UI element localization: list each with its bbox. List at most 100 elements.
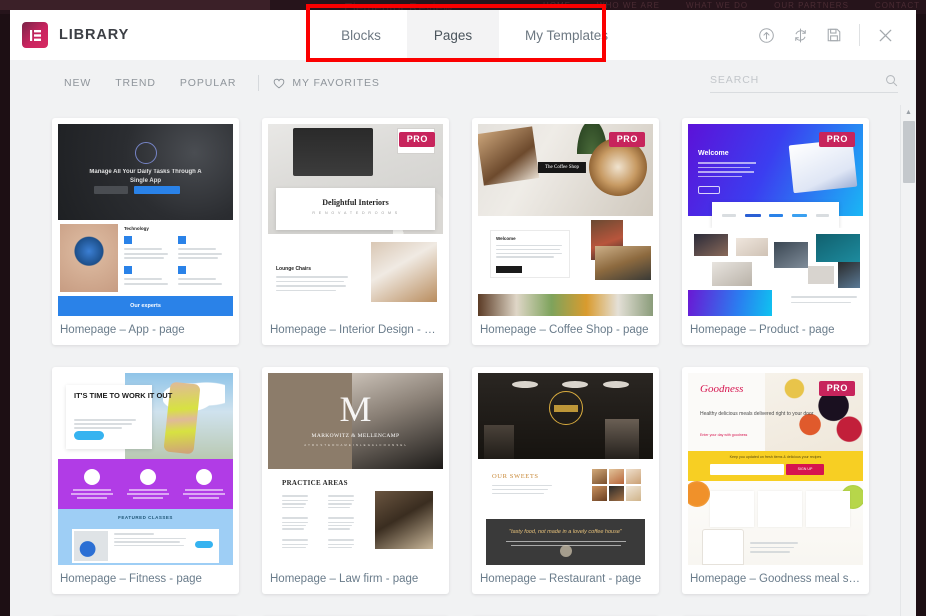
thumb-subheading: A T R U S T E D N A M E I N L E G A L C …: [304, 443, 406, 447]
filter-my-favorites[interactable]: MY FAVORITES: [269, 71, 383, 95]
thumb-image: [60, 224, 118, 292]
thumb-image: [478, 126, 539, 185]
thumb-logo-icon: [549, 391, 583, 425]
thumb-section: FEATURED CLASSES: [58, 509, 233, 565]
pro-badge: PRO: [819, 381, 855, 396]
thumb-link: Enter your day with goodness: [700, 433, 747, 437]
thumb-body-lines: [750, 542, 798, 553]
search-box[interactable]: [710, 74, 898, 93]
template-title: Homepage – Fitness - page: [58, 565, 233, 585]
thumb-feature-band: [58, 459, 233, 509]
thumb-gallery-strip: [478, 294, 653, 316]
template-thumbnail: OUR SWEETS: [478, 373, 653, 565]
thumb-feature-icon: [84, 469, 100, 485]
thumb-image: [688, 481, 710, 507]
tab-my-templates[interactable]: My Templates: [499, 10, 634, 61]
filter-divider: [258, 75, 259, 91]
thumb-feature-icon: [140, 469, 156, 485]
tab-blocks-label: Blocks: [341, 28, 381, 43]
elementor-logo-icon: [22, 22, 48, 48]
tab-my-templates-label: My Templates: [525, 28, 608, 43]
filter-new[interactable]: NEW: [52, 71, 103, 95]
thumb-button: [698, 186, 720, 194]
template-title: Homepage – Restaurant - page: [478, 565, 653, 585]
template-card-fitness[interactable]: IT'S TIME TO WORK IT OUT: [52, 367, 239, 594]
thumb-title-band: Delightful Interiors R E N O V A T E D R…: [276, 188, 435, 230]
template-card-law-firm[interactable]: M MARKOWITZ & MELLENCAMP A T R U S T E D…: [262, 367, 449, 594]
thumb-input: [710, 464, 784, 475]
thumb-hero: M MARKOWITZ & MELLENCAMP A T R U S T E D…: [268, 373, 443, 469]
library-header: LIBRARY Blocks Pages My Templates: [10, 10, 916, 61]
thumb-logo-icon: [560, 545, 572, 557]
filter-trend[interactable]: TREND: [103, 71, 168, 95]
thumb-heading: Manage All Your Daily Tasks Through A Si…: [87, 168, 205, 185]
background-nav-item: OUR PARTNERS: [774, 1, 849, 10]
upload-circle-icon[interactable]: [749, 18, 783, 52]
template-thumbnail: M MARKOWITZ & MELLENCAMP A T R U S T E D…: [268, 373, 443, 565]
library-filters: NEW TREND POPULAR MY FAVORITES: [52, 71, 384, 95]
thumb-section: PRACTICE AREAS: [268, 469, 443, 565]
thumb-body-lines: [492, 485, 552, 494]
tab-blocks[interactable]: Blocks: [315, 10, 407, 61]
close-x-icon[interactable]: [868, 18, 902, 52]
template-card-app[interactable]: Manage All Your Daily Tasks Through A Si…: [52, 118, 239, 345]
tab-pages[interactable]: Pages: [407, 10, 499, 61]
thumb-section: OUR SWEETS: [478, 459, 653, 519]
scrollbar-thumb[interactable]: [903, 121, 915, 183]
thumb-heading: Healthy delicious meals delivered right …: [700, 411, 813, 419]
background-site-nav: HOME WHO WE ARE WHAT WE DO OUR PARTNERS …: [543, 1, 920, 10]
thumb-section-title: FEATURED CLASSES: [118, 515, 173, 520]
template-thumbnail: PRO Welcome: [688, 124, 863, 316]
background-nav-item: HOME: [543, 1, 571, 10]
my-favorites-label: MY FAVORITES: [292, 77, 379, 89]
template-card-interior-design[interactable]: PRO Delightful Interiors R E N O V A T E…: [262, 118, 449, 345]
search-icon[interactable]: [885, 74, 898, 87]
template-card-coffee-shop[interactable]: PRO The Coffee Shop Welcome: [472, 118, 659, 345]
thumb-section-title: Technology: [124, 226, 149, 231]
thumb-section: Welcome: [478, 216, 653, 294]
thumb-body-lines: [276, 276, 348, 291]
caret-up-icon[interactable]: ▲: [901, 105, 916, 119]
thumb-monogram: M: [339, 391, 371, 427]
thumb-hero: IT'S TIME TO WORK IT OUT: [58, 373, 233, 459]
thumb-logo-icon: [135, 142, 157, 164]
thumb-image: [702, 529, 744, 565]
thumb-signup-band: Keep you updated on fresh items & delici…: [688, 451, 863, 481]
thumb-logo-row: [712, 202, 839, 228]
sync-icon[interactable]: [783, 18, 817, 52]
thumb-heading: MARKOWITZ & MELLENCAMP: [312, 433, 400, 439]
thumb-body-lines: [791, 296, 857, 303]
template-card-product[interactable]: PRO Welcome: [682, 118, 869, 345]
pro-badge: PRO: [819, 132, 855, 147]
library-tabs: Blocks Pages My Templates: [315, 10, 634, 61]
thumb-section: Lounge Chairs: [268, 234, 443, 316]
template-grid-scroll-area[interactable]: Manage All Your Daily Tasks Through A Si…: [10, 105, 916, 616]
floppy-save-icon[interactable]: [817, 18, 851, 52]
thumb-image: [375, 491, 433, 549]
tab-pages-label: Pages: [434, 28, 472, 43]
template-grid: Manage All Your Daily Tasks Through A Si…: [10, 105, 916, 616]
thumb-body-lines: [114, 533, 186, 546]
thumb-section-title: OUR SWEETS: [492, 473, 539, 480]
template-title: Homepage – App - page: [58, 316, 233, 336]
thumb-section-title: PRACTICE AREAS: [282, 479, 348, 487]
thumb-gallery: [688, 228, 863, 290]
filter-popular[interactable]: POPULAR: [168, 71, 248, 95]
library-toolbar: NEW TREND POPULAR MY FAVORITES: [10, 61, 916, 105]
search-input[interactable]: [710, 74, 885, 86]
thumb-signup-text: Keep you updated on fresh items & delici…: [730, 455, 822, 459]
background-nav-item: CONTACT: [875, 1, 920, 10]
thumb-body-lines: [70, 489, 114, 499]
thumb-body-lines: [698, 162, 756, 177]
library-scrollbar[interactable]: ▲: [900, 105, 916, 616]
thumb-subheading: R E N O V A T E D R O O M S: [276, 211, 435, 215]
thumb-section-title: Welcome: [496, 236, 569, 241]
template-card-restaurant[interactable]: OUR SWEETS: [472, 367, 659, 594]
thumb-image: [688, 290, 772, 316]
thumb-button: [74, 431, 104, 440]
template-thumbnail: PRO The Coffee Shop Welcome: [478, 124, 653, 316]
thumb-footer: [688, 290, 863, 316]
thumb-heading: The Coffee Shop: [538, 162, 586, 173]
template-card-goodness-meal[interactable]: PRO Goodness Healthy delicious meals del…: [682, 367, 869, 594]
template-thumbnail: Manage All Your Daily Tasks Through A Si…: [58, 124, 233, 316]
